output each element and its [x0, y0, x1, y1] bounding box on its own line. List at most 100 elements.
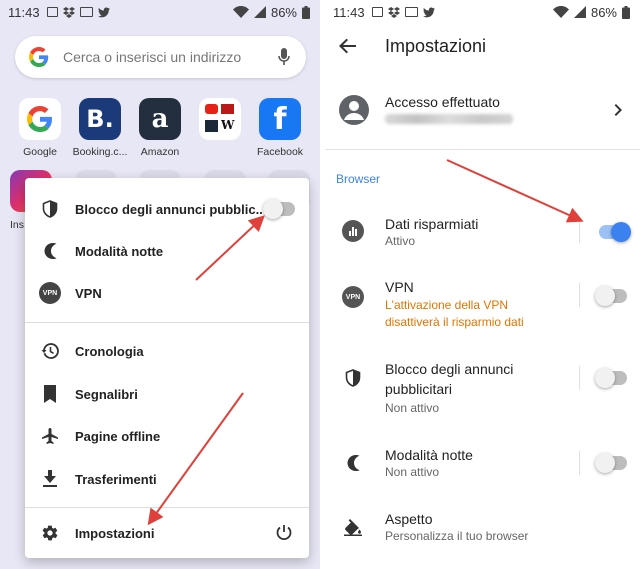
setting-status: Personalizza il tuo browser — [385, 529, 529, 543]
status-time: 11:43 — [8, 4, 40, 20]
menu-item-vpn[interactable]: VPN VPN — [25, 272, 309, 314]
wifi-icon — [552, 6, 569, 18]
status-bar: 11:43 86% — [325, 0, 640, 24]
status-bar: 11:43 86% — [0, 0, 320, 24]
shield-icon — [342, 367, 364, 389]
search-placeholder: Cerca o inserisci un indirizzo — [63, 49, 242, 65]
moon-icon — [342, 452, 364, 474]
gear-icon — [39, 522, 61, 544]
battery-icon — [302, 5, 310, 19]
adblock-toggle[interactable] — [263, 199, 295, 219]
google-g-icon — [29, 47, 49, 67]
gb-icon — [404, 7, 418, 17]
wifi-icon — [232, 6, 249, 18]
setting-vpn[interactable]: VPN VPN L'attivazione della VPN disattiv… — [325, 278, 640, 338]
menu-item-night-mode[interactable]: Modalità notte — [25, 230, 309, 272]
facebook-tile-icon: f — [259, 98, 301, 140]
menu-item-offline-pages[interactable]: Pagine offline — [25, 415, 309, 457]
setting-data-saver[interactable]: Dati risparmiati Attivo — [325, 212, 640, 260]
image-notification-icon — [371, 7, 383, 17]
setting-warning-line1: L'attivazione della VPN — [385, 298, 509, 312]
power-icon[interactable] — [273, 522, 295, 544]
vpn-icon: VPN — [39, 282, 61, 304]
menu-item-label: Blocco degli annunci pubblic.. — [75, 201, 263, 217]
separator — [579, 366, 580, 390]
status-time: 11:43 — [333, 4, 365, 20]
data-saver-toggle[interactable] — [599, 222, 631, 242]
adblock-toggle[interactable] — [595, 368, 627, 388]
menu-item-label: Cronologia — [75, 343, 144, 359]
app-bar: Impostazioni — [325, 24, 640, 70]
setting-appearance[interactable]: Aspetto Personalizza il tuo browser — [325, 510, 640, 550]
shortcut-grid: Google B. Booking.c... a Amazon W f Face… — [10, 98, 310, 158]
menu-item-label: Impostazioni — [75, 525, 155, 541]
separator — [579, 219, 580, 243]
twitter-icon — [422, 7, 435, 17]
menu-divider — [25, 507, 309, 508]
setting-title: Dati risparmiati — [385, 216, 479, 232]
menu-item-label: Pagine offline — [75, 428, 161, 444]
battery-percentage: 86% — [590, 4, 617, 20]
account-row[interactable]: Accesso effettuato — [325, 80, 640, 142]
menu-item-label: VPN — [75, 285, 102, 301]
battery-icon — [622, 5, 630, 19]
shortcut-news[interactable]: W — [190, 98, 250, 158]
shield-icon — [39, 198, 61, 220]
amazon-tile-icon: a — [139, 98, 181, 140]
setting-status: Non attivo — [385, 465, 440, 479]
shortcut-amazon[interactable]: a Amazon — [130, 98, 190, 158]
setting-title-line2: pubblicitari — [385, 381, 452, 397]
menu-divider — [25, 322, 309, 323]
setting-adblock[interactable]: Blocco degli annunci pubblicitari Non at… — [325, 360, 640, 420]
back-arrow-icon[interactable] — [339, 37, 357, 55]
setting-status: Non attivo — [385, 401, 440, 415]
divider — [325, 149, 640, 150]
vpn-badge-text: VPN — [345, 293, 361, 301]
setting-title: Aspetto — [385, 511, 433, 527]
setting-title-line1: Blocco degli annunci — [385, 361, 514, 377]
account-email-redacted — [385, 114, 513, 124]
account-title: Accesso effettuato — [385, 94, 500, 110]
paint-bucket-icon — [342, 516, 364, 538]
history-icon — [39, 340, 61, 362]
twitter-icon — [97, 7, 110, 17]
booking-tile-icon: B. — [79, 98, 121, 140]
shortcut-label: Amazon — [140, 146, 180, 158]
shortcut-label: Booking.c... — [72, 146, 128, 158]
vpn-toggle[interactable] — [595, 286, 627, 306]
vpn-icon: VPN — [342, 286, 364, 308]
instagram-label: Ins — [10, 219, 25, 231]
shortcut-facebook[interactable]: f Facebook — [250, 98, 310, 158]
google-tile-icon — [19, 98, 61, 140]
browser-home-screen: 11:43 86% Cerca o inserisci un indirizzo — [0, 0, 320, 569]
overflow-menu: Blocco degli annunci pubblic.. Modalità … — [25, 178, 309, 558]
screenshot: 11:43 86% Cerca o inserisci un indirizzo — [0, 0, 640, 569]
gb-icon — [79, 7, 93, 17]
chevron-right-icon — [614, 104, 622, 116]
separator — [579, 283, 580, 307]
shortcut-label: Facebook — [256, 146, 304, 158]
shortcut-booking[interactable]: B. Booking.c... — [70, 98, 130, 158]
setting-title: Modalità notte — [385, 447, 473, 463]
menu-item-label: Segnalibri — [75, 386, 138, 402]
bar-chart-icon — [342, 220, 364, 242]
menu-item-history[interactable]: Cronologia — [25, 330, 309, 372]
airplane-icon — [39, 425, 61, 447]
night-mode-toggle[interactable] — [595, 453, 627, 473]
setting-title: VPN — [385, 279, 414, 295]
vpn-badge-text: VPN — [42, 289, 58, 297]
menu-item-adblock[interactable]: Blocco degli annunci pubblic.. — [25, 188, 309, 230]
menu-item-settings[interactable]: Impostazioni — [25, 512, 309, 554]
separator — [579, 451, 580, 475]
omnibox[interactable]: Cerca o inserisci un indirizzo — [15, 36, 306, 78]
download-icon — [39, 468, 61, 490]
shortcut-google[interactable]: Google — [10, 98, 70, 158]
settings-screen: 11:43 86% Impostazioni Accesso effettuat… — [325, 0, 640, 569]
menu-item-bookmarks[interactable]: Segnalibri — [25, 373, 309, 415]
setting-night-mode[interactable]: Modalità notte Non attivo — [325, 446, 640, 486]
menu-item-downloads[interactable]: Trasferimenti — [25, 458, 309, 500]
page-title: Impostazioni — [385, 36, 487, 56]
microphone-icon[interactable] — [278, 48, 290, 66]
bookmark-icon — [39, 383, 61, 405]
avatar-icon — [339, 95, 369, 125]
